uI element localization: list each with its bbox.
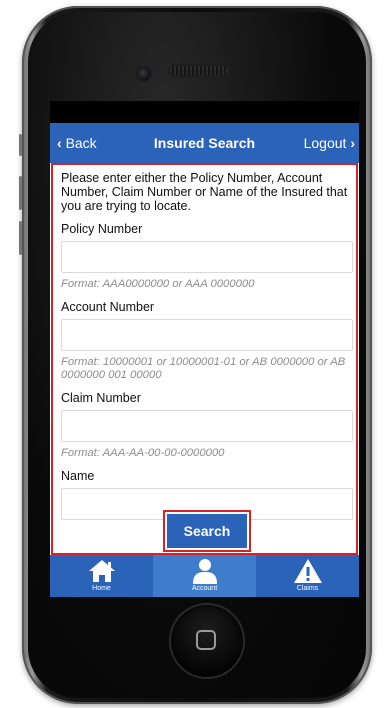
volume-down-button [19,221,22,255]
tab-home-label: Home [92,585,111,592]
tab-claims-label: Claims [296,585,319,592]
nav-bar: ‹ Back Insured Search Logout › [50,123,359,163]
policy-number-label: Policy Number [61,222,143,236]
chevron-right-icon: › [350,135,355,151]
name-label: Name [61,469,95,483]
account-number-label: Account Number [61,300,155,314]
claim-number-label: Claim Number [61,391,141,405]
search-button-highlight: Search [163,510,251,552]
logout-button[interactable]: Logout › [304,135,355,151]
tab-account[interactable]: Account [153,555,256,597]
policy-number-hint: Format: AAA0000000 or AAA 0000000 [61,278,255,290]
back-label: Back [65,135,97,151]
home-button-square-icon [196,630,216,650]
tab-home[interactable]: Home [50,555,153,597]
home-button[interactable] [171,605,243,677]
policy-number-field[interactable] [61,241,353,273]
camera-icon [138,68,150,80]
account-number-field[interactable] [61,319,353,351]
speaker-grille [170,66,228,75]
intro-text: Please enter either the Policy Number, A… [61,171,348,213]
back-button[interactable]: ‹ Back [57,135,97,151]
chevron-left-icon: ‹ [57,135,62,151]
search-form: Please enter either the Policy Number, A… [51,163,358,555]
claim-number-hint: Format: AAA-AA-00-00-0000000 [61,447,225,459]
mute-switch [19,134,22,156]
tab-account-label: Account [191,585,218,592]
tab-claims[interactable]: Claims [256,555,359,597]
person-icon [193,559,217,584]
search-button[interactable]: Search [167,514,247,548]
warning-icon [294,559,322,583]
logout-label: Logout [303,135,347,151]
account-number-hint: Format: 10000001 or 10000001-01 or AB 00… [61,356,346,381]
claim-number-field[interactable] [61,410,353,442]
status-bar [50,101,359,123]
volume-up-button [19,176,22,210]
home-icon [89,560,115,582]
tab-bar: Home Account Claims [50,555,359,597]
phone-screen: ‹ Back Insured Search Logout › Please en… [50,101,359,597]
